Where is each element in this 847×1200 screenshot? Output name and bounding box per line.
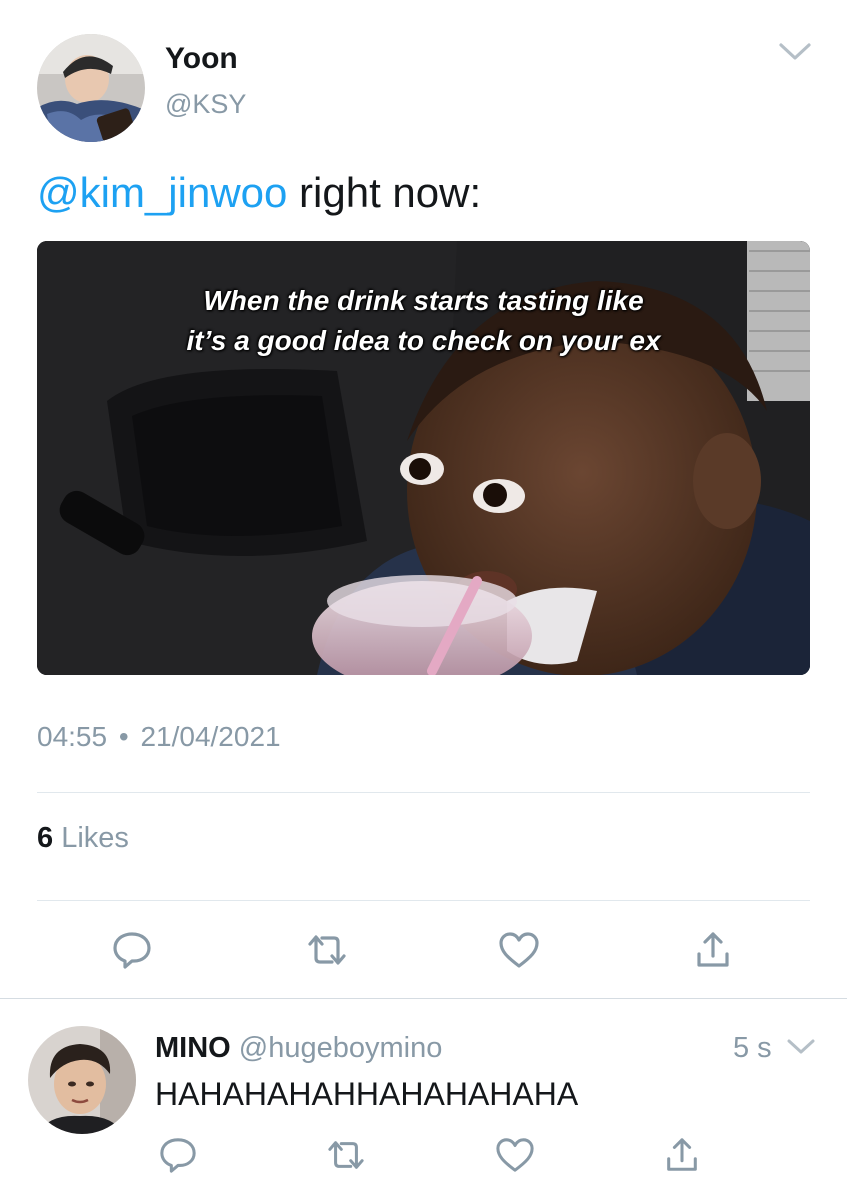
chevron-down-icon[interactable] [786, 1036, 816, 1058]
author-name[interactable]: Yoon [165, 42, 238, 76]
reply-author-avatar[interactable] [28, 1026, 136, 1134]
reply-text: HAHAHAHAHHAHAHAHAHA [155, 1076, 579, 1112]
tweet-date: 21/04/2021 [140, 721, 281, 752]
timestamp-separator: • [118, 721, 129, 752]
chevron-down-icon[interactable] [778, 40, 812, 64]
reply-icon[interactable] [108, 928, 156, 972]
likes-count: 6 [37, 822, 54, 854]
like-icon[interactable] [492, 1134, 538, 1176]
divider [37, 900, 810, 901]
reply-author-handle[interactable]: @hugeboymino [239, 1032, 443, 1064]
retweet-icon[interactable] [322, 1134, 370, 1176]
retweet-icon[interactable] [303, 928, 351, 972]
tweet-media-image[interactable]: When the drink starts tasting like it’s … [37, 241, 810, 675]
author-handle[interactable]: @KSY [165, 88, 246, 120]
tweet-timestamp[interactable]: 04:55 • 21/04/2021 [37, 720, 281, 754]
reply-time[interactable]: 5 s [733, 1030, 772, 1066]
tweet-time: 04:55 [37, 721, 108, 752]
meme-caption-line-2: it’s a good idea to check on your ex [186, 325, 661, 356]
share-icon[interactable] [660, 1134, 704, 1176]
section-divider [0, 998, 847, 999]
likes-summary[interactable]: 6 Likes [37, 820, 129, 856]
reply-icon[interactable] [156, 1134, 200, 1176]
like-icon[interactable] [495, 928, 543, 972]
tweet-text: @kim_jinwoo right now: [37, 168, 481, 218]
meme-caption-line-1: When the drink starts tasting like [203, 285, 644, 316]
likes-label: Likes [61, 822, 129, 854]
reply-author-name[interactable]: MINO [155, 1032, 231, 1064]
mention-link[interactable]: @kim_jinwoo [37, 169, 287, 216]
reply-header: MINO @hugeboymino [155, 1030, 442, 1066]
share-icon[interactable] [689, 928, 737, 972]
tweet-text-body: right now: [287, 169, 482, 216]
author-avatar[interactable] [37, 34, 145, 142]
meme-caption: When the drink starts tasting like it’s … [37, 281, 810, 361]
divider [37, 792, 810, 793]
